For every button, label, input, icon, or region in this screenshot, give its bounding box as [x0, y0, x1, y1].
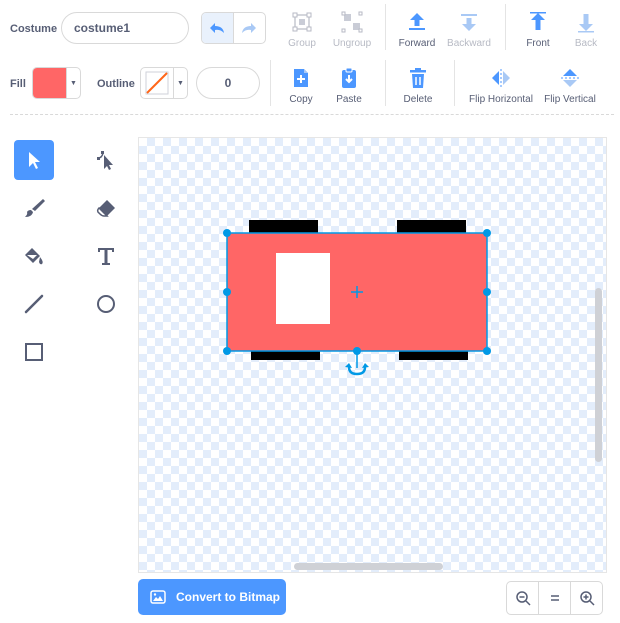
fill-swatch	[33, 68, 66, 98]
flip-vertical-button[interactable]: Flip Vertical	[542, 66, 598, 105]
caret-down-icon: ▼	[173, 68, 187, 98]
backward-icon	[457, 10, 481, 34]
horizontal-scrollbar[interactable]	[294, 563, 443, 570]
outline-swatch	[141, 68, 173, 98]
zoom-in-icon	[579, 591, 595, 606]
select-tool[interactable]	[14, 140, 54, 180]
fill-color-picker[interactable]: ▼	[32, 67, 81, 99]
ungroup-label: Ungroup	[332, 38, 372, 49]
line-icon	[24, 294, 44, 314]
fill-label: Fill	[10, 78, 26, 90]
group-icon	[290, 10, 314, 34]
separator	[270, 60, 271, 106]
back-button[interactable]: Back	[568, 10, 604, 49]
vertical-scrollbar[interactable]	[595, 288, 602, 462]
ungroup-button[interactable]: Ungroup	[331, 10, 373, 49]
backward-label: Backward	[447, 38, 491, 49]
text-icon	[98, 248, 114, 265]
car-window[interactable]	[276, 253, 330, 324]
outline-label: Outline	[97, 78, 135, 90]
back-icon	[574, 10, 598, 34]
paste-button[interactable]: Paste	[332, 66, 366, 105]
flip-horizontal-label: Flip Horizontal	[469, 94, 533, 105]
rotate-handle-icon[interactable]	[347, 366, 367, 376]
zoom-reset-button[interactable]	[538, 582, 570, 614]
rectangle-icon	[25, 343, 43, 361]
convert-label: Convert to Bitmap	[176, 590, 281, 604]
flip-vertical-label: Flip Vertical	[544, 94, 596, 105]
zoom-controls	[506, 581, 603, 615]
caret-down-icon: ▼	[66, 68, 80, 98]
brush-tool[interactable]	[14, 188, 54, 228]
front-icon	[526, 10, 550, 34]
eraser-tool[interactable]	[86, 188, 126, 228]
forward-icon	[405, 10, 429, 34]
undo-redo-group	[201, 12, 266, 44]
brush-icon	[25, 199, 45, 217]
front-button[interactable]: Front	[520, 10, 556, 49]
text-tool[interactable]	[86, 236, 126, 276]
outline-color-picker[interactable]: ▼	[140, 67, 188, 99]
fill-tool[interactable]	[14, 236, 54, 276]
flip-horizontal-button[interactable]: Flip Horizontal	[466, 66, 536, 105]
costume-drawing	[223, 220, 491, 376]
delete-label: Delete	[403, 94, 433, 105]
zoom-out-button[interactable]	[507, 582, 538, 614]
eraser-icon	[96, 200, 115, 217]
paste-label: Paste	[336, 94, 362, 105]
circle-icon	[97, 295, 115, 313]
costume-label: Costume	[10, 23, 58, 35]
reshape-icon	[97, 151, 113, 170]
separator	[385, 4, 386, 50]
reshape-tool[interactable]	[86, 140, 126, 180]
ungroup-icon	[340, 10, 364, 34]
zoom-reset-icon	[550, 595, 559, 601]
group-label: Group	[288, 38, 316, 49]
circle-tool[interactable]	[86, 284, 126, 324]
separator	[505, 4, 506, 50]
zoom-in-button[interactable]	[570, 582, 602, 614]
forward-label: Forward	[398, 38, 436, 49]
redo-button[interactable]	[234, 13, 265, 43]
back-label: Back	[574, 38, 598, 49]
select-icon	[29, 152, 40, 169]
undo-icon	[210, 23, 225, 33]
redo-icon	[242, 23, 257, 33]
trash-icon	[406, 66, 430, 90]
undo-button[interactable]	[202, 13, 234, 43]
copy-button[interactable]: Copy	[284, 66, 318, 105]
flip-horizontal-icon	[489, 66, 513, 90]
copy-icon	[289, 66, 313, 90]
no-color-icon	[145, 71, 169, 95]
copy-label: Copy	[289, 94, 313, 105]
forward-button[interactable]: Forward	[396, 10, 438, 49]
separator	[385, 60, 386, 106]
delete-button[interactable]: Delete	[398, 66, 438, 105]
outline-width-input[interactable]: 0	[196, 67, 260, 99]
line-tool[interactable]	[14, 284, 54, 324]
flip-vertical-icon	[558, 66, 582, 90]
image-icon	[150, 590, 166, 604]
zoom-out-icon	[515, 591, 531, 606]
group-button[interactable]: Group	[284, 10, 320, 49]
convert-to-bitmap-button[interactable]: Convert to Bitmap	[138, 579, 286, 615]
paint-canvas[interactable]	[138, 137, 607, 573]
fill-icon	[25, 248, 43, 265]
costume-name-input[interactable]: costume1	[61, 12, 189, 44]
toolbar-divider	[10, 114, 614, 115]
backward-button[interactable]: Backward	[445, 10, 493, 49]
paste-icon	[337, 66, 361, 90]
rectangle-tool[interactable]	[14, 332, 54, 372]
front-label: Front	[526, 38, 550, 49]
separator	[454, 60, 455, 106]
